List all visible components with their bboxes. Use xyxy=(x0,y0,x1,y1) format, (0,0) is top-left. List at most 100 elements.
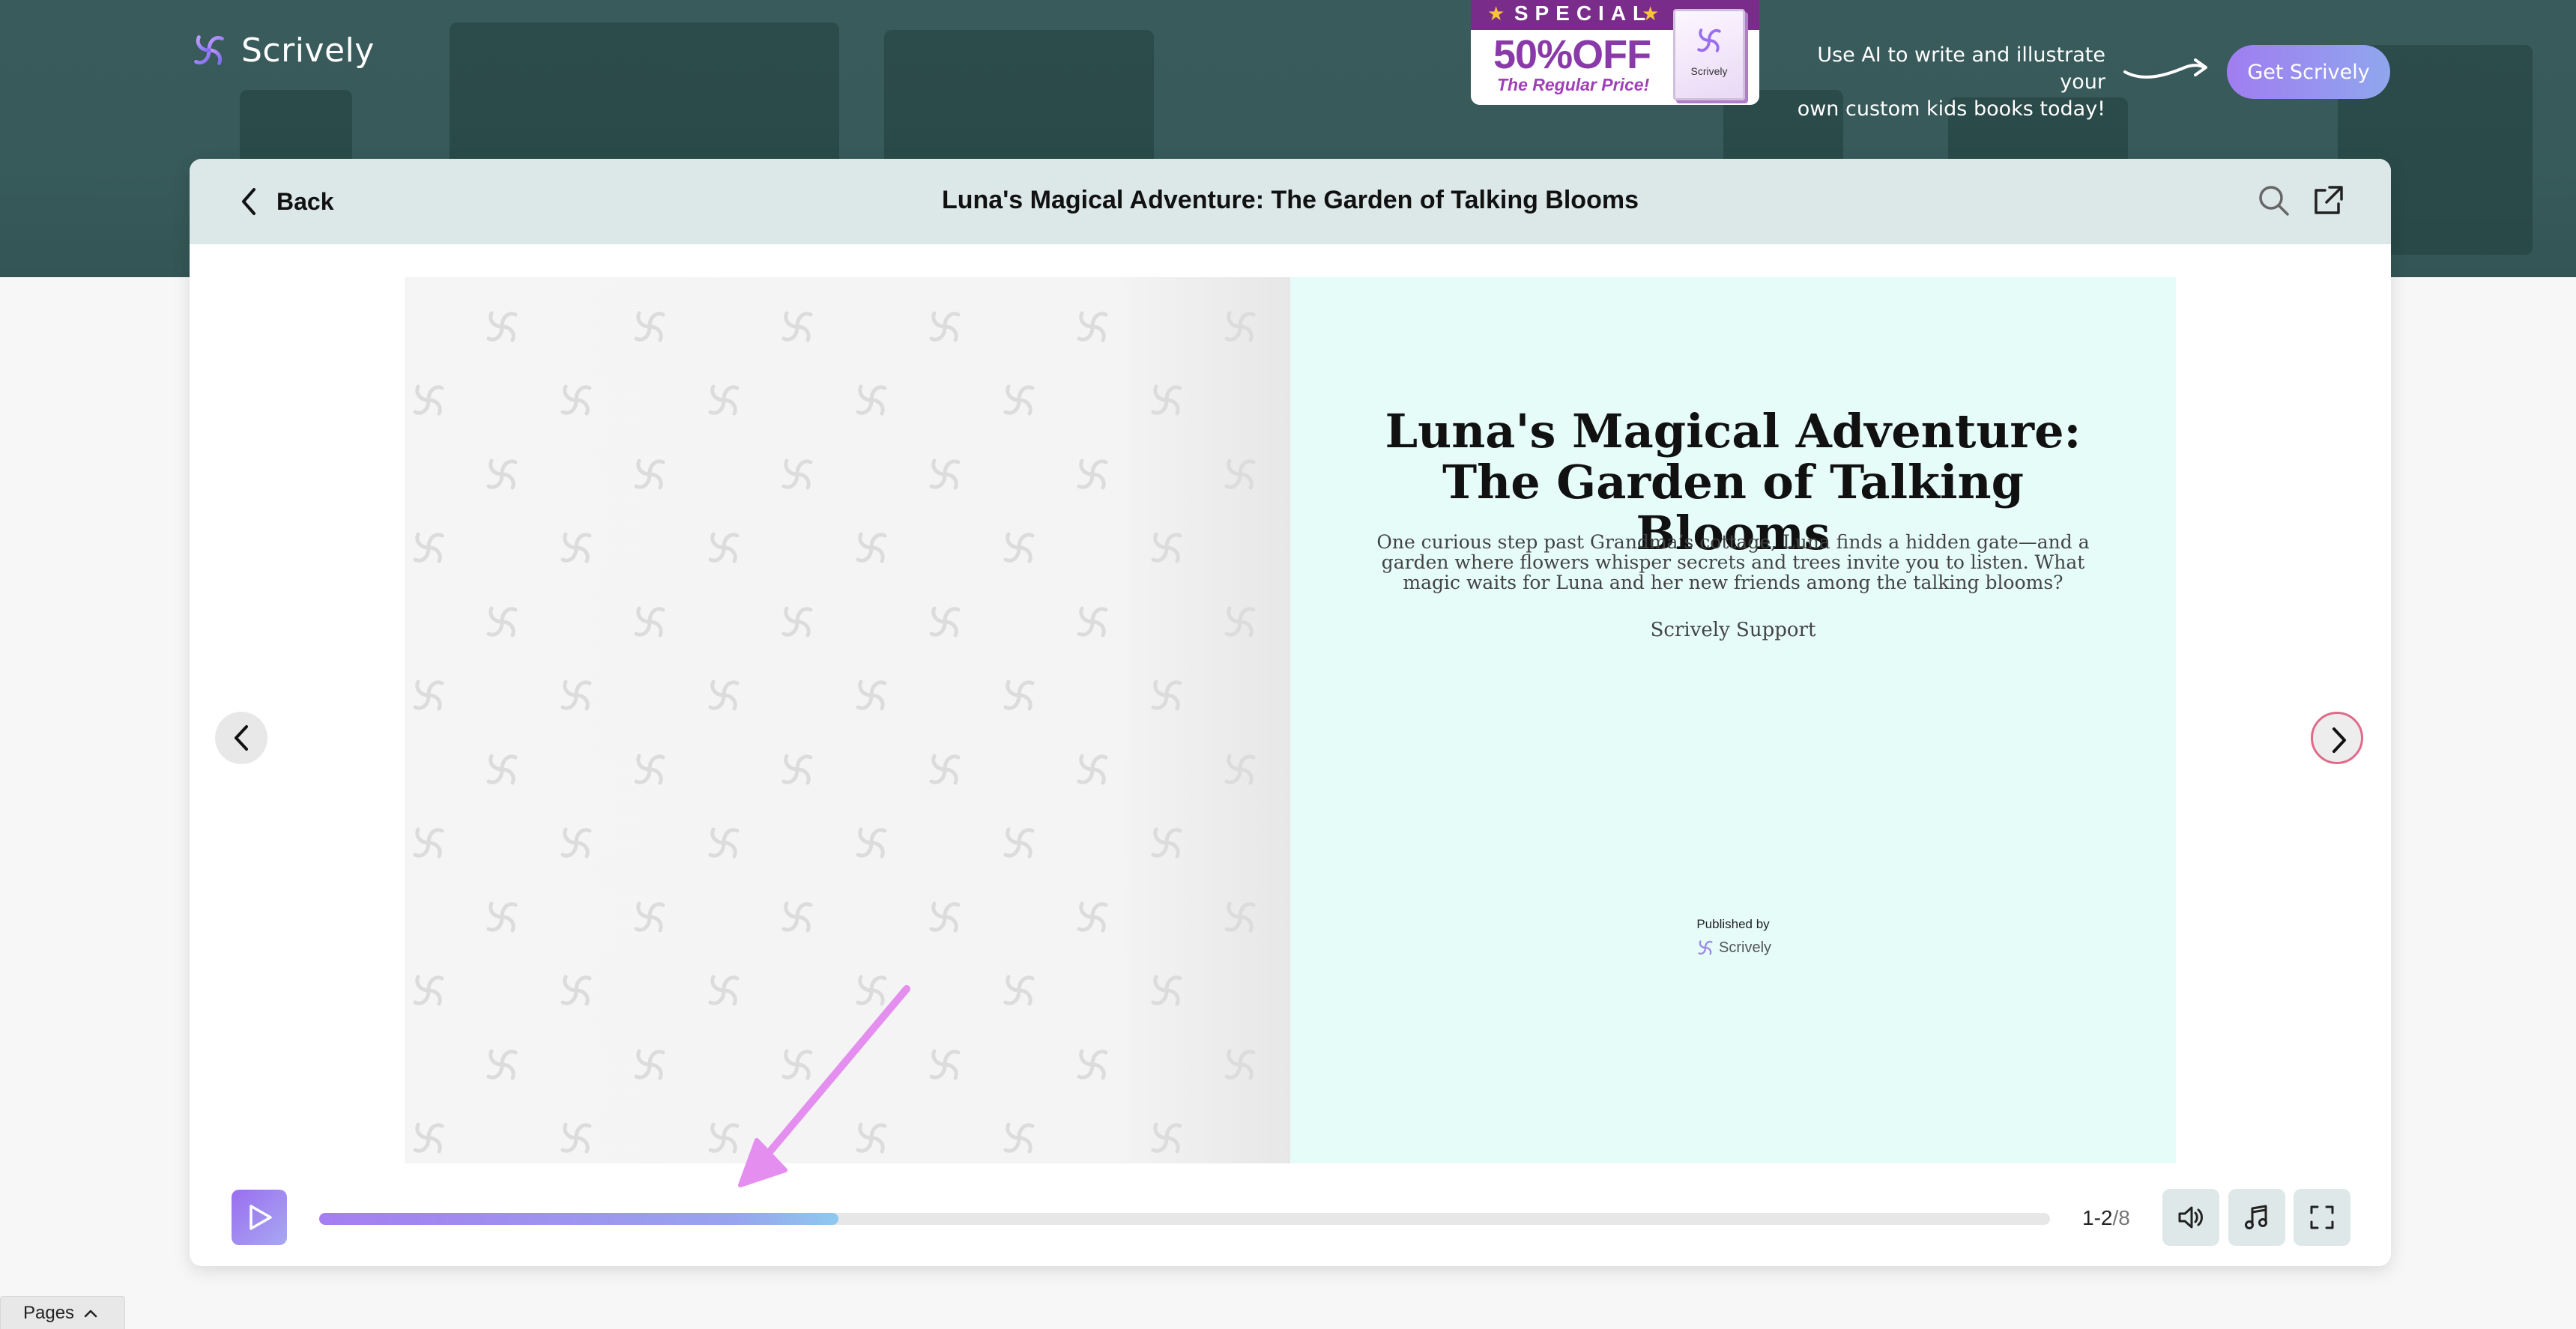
pages-tab-label: Pages xyxy=(23,1302,75,1323)
watermark-swirl xyxy=(636,756,663,783)
chevron-right-icon xyxy=(2332,727,2346,753)
playback-progress-fill xyxy=(319,1213,838,1225)
fullscreen-button[interactable] xyxy=(2294,1189,2350,1246)
watermark-swirl xyxy=(1079,756,1106,783)
watermark-swirl xyxy=(1079,461,1106,488)
curved-arrow-icon xyxy=(2123,58,2207,79)
watermark-swirl xyxy=(858,682,885,709)
watermark-swirl xyxy=(710,682,737,709)
annotation-arrow xyxy=(738,985,910,1187)
watermark-swirl xyxy=(563,829,590,856)
watermark-swirl xyxy=(1079,313,1106,340)
playback-progress-bar[interactable] xyxy=(319,1213,2050,1225)
watermark-swirl xyxy=(1153,977,1180,1004)
watermark-swirl xyxy=(931,1051,958,1078)
watermark-swirl xyxy=(1079,608,1106,635)
promo-tagline-line1: Use AI to write and illustrate your xyxy=(1817,43,2105,94)
prev-page-button[interactable] xyxy=(215,712,267,764)
volume-icon xyxy=(2178,1206,2203,1229)
search-icon xyxy=(2259,186,2289,216)
scrively-logo-icon xyxy=(1698,940,1713,955)
watermark-swirl xyxy=(784,461,811,488)
watermark-swirl xyxy=(489,756,515,783)
scrively-logo[interactable]: Scrively xyxy=(187,27,375,73)
share-external-icon xyxy=(2315,186,2343,214)
watermark-swirl xyxy=(931,313,958,340)
fullscreen-icon xyxy=(2310,1205,2334,1229)
published-by-label: Published by xyxy=(1696,917,1770,931)
pages-tab[interactable]: Pages xyxy=(0,1296,125,1329)
watermark-swirl xyxy=(784,756,811,783)
watermark-swirl xyxy=(636,608,663,635)
right-page: Luna's Magical Adventure: The Garden of … xyxy=(1290,277,2176,1163)
watermark-swirl xyxy=(636,461,663,488)
watermark-swirl xyxy=(1006,682,1032,709)
book-title: Luna's Magical Adventure: The Garden of … xyxy=(942,186,1639,214)
watermark-swirl xyxy=(710,534,737,561)
share-button[interactable] xyxy=(2309,181,2347,220)
get-scrively-button[interactable]: Get Scrively xyxy=(2227,45,2390,99)
promo-special-label: SPECIAL xyxy=(1514,1,1653,25)
page-range: 1-2 xyxy=(2082,1206,2113,1229)
promo-discount: 50%OFF xyxy=(1493,32,1651,77)
watermark-swirl xyxy=(1153,387,1180,414)
next-page-button[interactable] xyxy=(2311,712,2363,764)
watermark-swirl xyxy=(1227,903,1254,930)
watermark-swirl xyxy=(636,903,663,930)
watermark-swirl xyxy=(858,829,885,856)
watermark-swirl xyxy=(563,387,590,414)
watermark-swirl xyxy=(563,1124,590,1151)
watermark-swirl xyxy=(415,1124,442,1151)
music-button[interactable] xyxy=(2228,1189,2285,1246)
watermark-swirl xyxy=(931,461,958,488)
watermark-swirl xyxy=(1227,608,1254,635)
watermark-swirl xyxy=(1006,829,1032,856)
watermark-swirl xyxy=(489,461,515,488)
watermark-swirl xyxy=(415,682,442,709)
watermark-swirl xyxy=(1006,387,1032,414)
watermark-swirl xyxy=(784,608,811,635)
chevron-up-icon xyxy=(84,1310,97,1317)
watermark-swirl xyxy=(1079,1051,1106,1078)
search-button[interactable] xyxy=(2255,181,2294,220)
watermark-swirl xyxy=(858,534,885,561)
publisher-logo: Scrively xyxy=(1695,936,1771,959)
promo-book-label: Scrively xyxy=(1690,65,1728,77)
watermark-swirl xyxy=(1227,1051,1254,1078)
reader-header: Back Luna's Magical Adventure: The Garde… xyxy=(190,159,2391,244)
page-counter: 1-2/8 xyxy=(2082,1206,2130,1230)
page-description: One curious step past Grandma’s cottage,… xyxy=(1376,531,2090,593)
watermark-swirl xyxy=(1153,1124,1180,1151)
watermark-swirl xyxy=(858,387,885,414)
watermark-swirl xyxy=(489,1051,515,1078)
watermark-swirl xyxy=(489,608,515,635)
play-button[interactable] xyxy=(232,1190,287,1245)
watermark-swirl xyxy=(1227,461,1254,488)
promo-tagline: Use AI to write and illustrate your own … xyxy=(1776,42,2105,123)
watermark-swirl xyxy=(1153,682,1180,709)
promo-card[interactable]: ★ ★ SPECIAL 50%OFF The Regular Price! Sc… xyxy=(1471,0,1759,105)
watermark-swirl xyxy=(1006,534,1032,561)
watermark-swirl xyxy=(563,977,590,1004)
publisher-name: Scrively xyxy=(1719,939,1772,956)
watermark-swirl xyxy=(784,313,811,340)
watermark-swirl xyxy=(1006,1124,1032,1151)
watermark-swirl xyxy=(784,903,811,930)
volume-button[interactable] xyxy=(2162,1189,2219,1246)
watermark-swirl xyxy=(1227,756,1254,783)
watermark-swirl xyxy=(1227,313,1254,340)
watermark-swirl xyxy=(1153,829,1180,856)
promo-subtext: The Regular Price! xyxy=(1497,75,1650,94)
watermark-swirl xyxy=(563,534,590,561)
page-total: /8 xyxy=(2112,1206,2130,1229)
watermark-swirl xyxy=(1079,903,1106,930)
chevron-left-icon xyxy=(235,725,248,751)
watermark-swirl xyxy=(415,534,442,561)
music-note-icon xyxy=(2245,1205,2267,1229)
play-icon xyxy=(250,1205,272,1230)
watermark-swirl xyxy=(710,829,737,856)
watermark-swirl xyxy=(931,903,958,930)
watermark-swirl xyxy=(489,313,515,340)
watermark-swirl xyxy=(415,829,442,856)
watermark-swirl xyxy=(710,387,737,414)
